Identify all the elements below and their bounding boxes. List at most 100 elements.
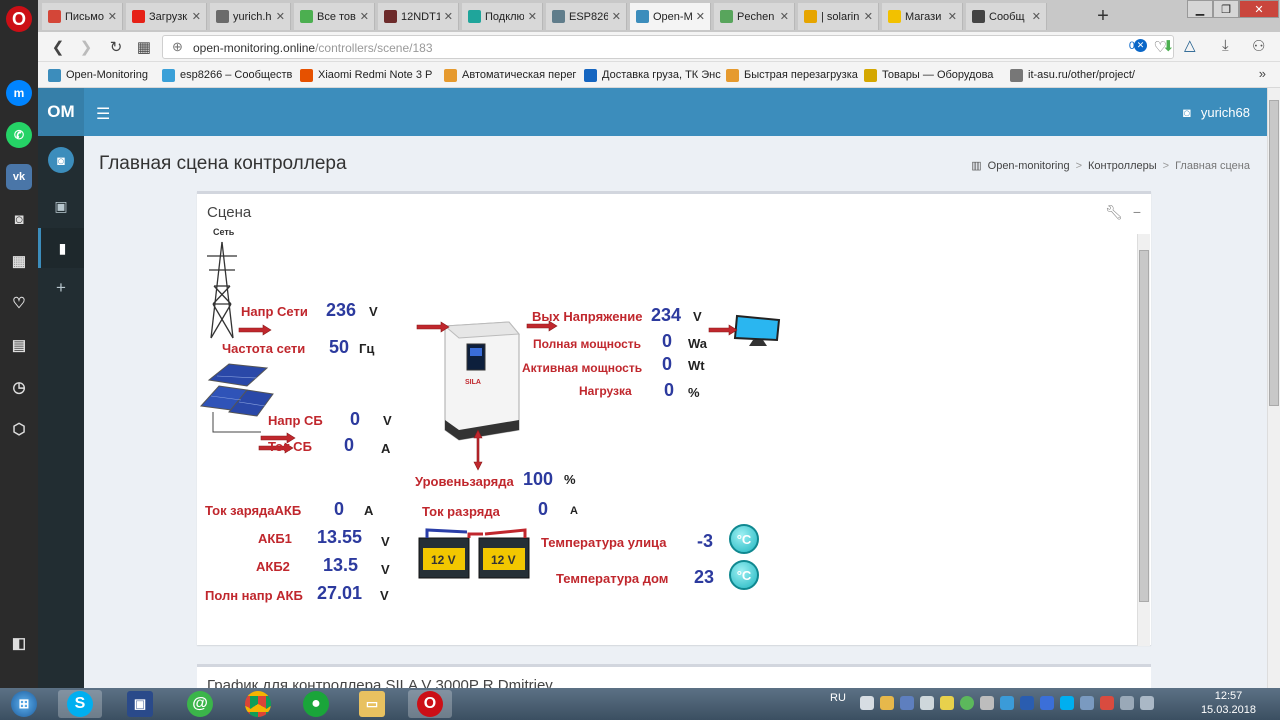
tab-close-icon[interactable]: ✕ xyxy=(864,10,878,23)
tray-icon-6[interactable] xyxy=(980,696,994,710)
breadcrumb-item-controllers[interactable]: Контроллеры xyxy=(1088,160,1157,172)
browser-tab[interactable]: Загрузка ✕ xyxy=(126,3,207,30)
browser-tab[interactable]: Магази ✕ xyxy=(882,3,963,30)
history-icon[interactable]: ◷ xyxy=(6,374,32,400)
close-window-button[interactable]: ✕ xyxy=(1239,0,1279,18)
sidebar-avatar[interactable]: ◙ xyxy=(38,140,84,180)
collapse-icon[interactable]: − xyxy=(1133,204,1141,221)
breadcrumb-item-home[interactable]: Open-monitoring xyxy=(988,160,1070,172)
user-menu[interactable]: ◙ yurich68 xyxy=(1183,105,1250,120)
download-extension-icon[interactable]: ⬇ xyxy=(1162,37,1175,55)
more-bookmarks-icon[interactable]: » xyxy=(1259,66,1266,81)
skype-tray-icon[interactable] xyxy=(1060,696,1074,710)
volume-icon[interactable] xyxy=(1140,696,1154,710)
start-button[interactable]: ⊞ xyxy=(2,690,46,718)
tray-icon-4[interactable] xyxy=(940,696,954,710)
site-info-icon[interactable]: ⊕ xyxy=(172,39,183,55)
tab-close-icon[interactable]: ✕ xyxy=(444,10,458,23)
url-field[interactable]: ⊕ open-monitoring.online/controllers/sce… xyxy=(162,35,1174,59)
adblock-icon[interactable]: ✕ xyxy=(1134,39,1147,52)
bookmark-item[interactable]: it-asu.ru/other/project/ xyxy=(1010,67,1135,83)
taskbar-save[interactable]: ▣ xyxy=(118,690,162,718)
tab-close-icon[interactable]: ✕ xyxy=(612,10,626,23)
tab-close-icon[interactable]: ✕ xyxy=(1032,10,1046,23)
tab-close-icon[interactable]: ✕ xyxy=(276,10,290,23)
tray-icon-8[interactable] xyxy=(1080,696,1094,710)
tray-icon-5[interactable] xyxy=(960,696,974,710)
clock[interactable]: 12:57 15.03.2018 xyxy=(1201,689,1256,717)
speed-dial-button[interactable]: ▦ xyxy=(134,38,154,56)
account-icon[interactable]: ⚇ xyxy=(1252,37,1265,55)
tab-close-icon[interactable]: ✕ xyxy=(108,10,122,23)
camera-icon[interactable]: ◙ xyxy=(6,206,32,232)
tray-icon-9[interactable] xyxy=(1100,696,1114,710)
browser-tab[interactable]: Все тов ✕ xyxy=(294,3,375,30)
taskbar-explorer[interactable]: ▭ xyxy=(350,690,394,718)
site-logo[interactable]: OM xyxy=(38,88,84,136)
forward-button[interactable]: ❯ xyxy=(76,38,96,56)
opera-menu-icon[interactable]: O xyxy=(6,6,32,32)
downloads-icon[interactable]: ⤓ xyxy=(1222,37,1229,54)
tray-icon-7[interactable] xyxy=(1020,696,1034,710)
tab-close-icon[interactable]: ✕ xyxy=(696,10,710,23)
bookmark-item[interactable]: Быстрая перезагрузка xyxy=(726,67,858,83)
taskbar-mail[interactable]: @ xyxy=(178,690,222,718)
tab-close-icon[interactable]: ✕ xyxy=(948,10,962,23)
taskbar-app[interactable]: ● xyxy=(294,690,338,718)
signal-icon[interactable] xyxy=(860,696,874,710)
taskbar-opera[interactable]: O xyxy=(408,690,452,718)
tab-close-icon[interactable]: ✕ xyxy=(360,10,374,23)
browser-tab[interactable]: yurich.h ✕ xyxy=(210,3,291,30)
taskbar-chrome[interactable] xyxy=(236,690,280,718)
sidebar-item-add[interactable]: + xyxy=(38,268,84,308)
browser-tab[interactable]: Open-M ✕ xyxy=(630,3,711,30)
tab-close-icon[interactable]: ✕ xyxy=(528,10,542,23)
page-scrollbar[interactable] xyxy=(1267,88,1280,688)
extensions-cube-icon[interactable]: ⬡ xyxy=(6,416,32,442)
network-icon[interactable] xyxy=(1120,696,1134,710)
bookmark-item[interactable]: Доставка груза, ТК Энс xyxy=(584,67,721,83)
taskbar-skype[interactable]: S xyxy=(58,690,102,718)
new-tab-button[interactable]: + xyxy=(1090,3,1116,30)
hamburger-menu-icon[interactable]: ☰ xyxy=(96,104,110,124)
sidebar-toggle-icon[interactable]: ◧ xyxy=(6,630,32,656)
language-indicator[interactable]: RU xyxy=(830,692,846,704)
news-icon[interactable]: ▤ xyxy=(6,332,32,358)
bookmark-item[interactable]: esp8266 – Сообществ xyxy=(162,67,292,83)
browser-tab[interactable]: Письмо ✕ xyxy=(42,3,123,30)
browser-tab[interactable]: Pechen ✕ xyxy=(714,3,795,30)
tray-icon-3[interactable] xyxy=(920,696,934,710)
messenger-icon[interactable]: m xyxy=(6,80,32,106)
tray-icon-2[interactable] xyxy=(900,696,914,710)
reload-button[interactable]: ↻ xyxy=(106,38,126,56)
browser-tab[interactable]: Подклю ✕ xyxy=(462,3,543,30)
browser-tab[interactable]: 12NDT1 ✕ xyxy=(378,3,459,30)
browser-tab[interactable]: | solarin ✕ xyxy=(798,3,879,30)
scene-scrollbar[interactable] xyxy=(1137,234,1150,646)
browser-tab[interactable]: ESP826 ✕ xyxy=(546,3,627,30)
vk-icon[interactable]: vk xyxy=(6,164,32,190)
minimize-button[interactable]: ▁ xyxy=(1187,0,1213,18)
bookmark-item[interactable]: Xiaomi Redmi Note 3 P xyxy=(300,67,432,83)
vpn-triangle-icon[interactable]: △ xyxy=(1184,36,1196,54)
scene-scrollbar-thumb[interactable] xyxy=(1139,250,1149,602)
sidebar-item-devices[interactable]: ▣ xyxy=(38,186,84,226)
tab-close-icon[interactable]: ✕ xyxy=(192,10,206,23)
tab-close-icon[interactable]: ✕ xyxy=(780,10,794,23)
wrench-icon[interactable]: 🔧︎ xyxy=(1105,204,1123,221)
back-button[interactable]: ❮ xyxy=(48,38,68,56)
sidebar-item-controllers[interactable]: ▮ xyxy=(38,228,84,268)
speed-dial-icon[interactable]: ▦ xyxy=(6,248,32,274)
browser-tab[interactable]: Сообщ ✕ xyxy=(966,3,1047,30)
tab-favicon xyxy=(132,10,145,23)
bookmark-item[interactable]: Open-Monitoring xyxy=(48,67,148,83)
whatsapp-icon[interactable]: ✆ xyxy=(6,122,32,148)
bookmark-item[interactable]: Автоматическая перег xyxy=(444,67,576,83)
bookmark-item[interactable]: Товары — Оборудова xyxy=(864,67,993,83)
tray-icon-1[interactable] xyxy=(880,696,894,710)
maximize-button[interactable]: ❐ xyxy=(1213,0,1239,18)
bluetooth-icon[interactable] xyxy=(1040,696,1054,710)
bookmarks-heart-icon[interactable]: ♡ xyxy=(6,290,32,316)
telegram-icon[interactable] xyxy=(1000,696,1014,710)
page-scrollbar-thumb[interactable] xyxy=(1269,100,1279,406)
